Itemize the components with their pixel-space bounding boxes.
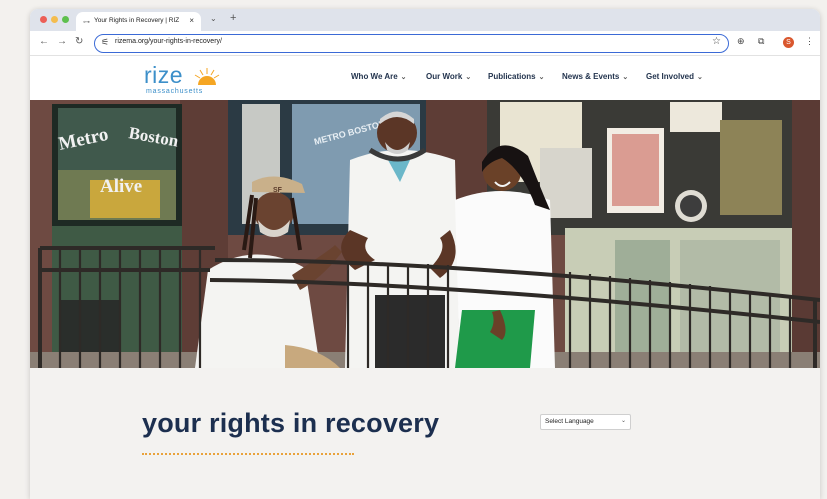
reload-icon[interactable]: ↻ xyxy=(75,36,83,47)
site-info-icon[interactable]: ⚟ xyxy=(101,37,109,48)
hero-illustration: Metro Boston Alive METRO BOSTON SF xyxy=(30,100,820,368)
tab-title: Your Rights in Recovery | RIZ xyxy=(94,17,180,24)
address-bar[interactable]: ⚟ rizema.org/your-rights-in-recovery/ ☆ xyxy=(94,34,729,53)
nav-get-involved[interactable]: Get Involved ⌄ xyxy=(646,72,703,81)
extension-icon[interactable]: ⊕ xyxy=(737,36,745,47)
nav-news-events[interactable]: News & Events ⌄ xyxy=(562,72,628,81)
nav-our-work[interactable]: Our Work ⌄ xyxy=(426,72,471,81)
logo-subtitle: massachusetts xyxy=(146,88,204,95)
new-tab-button[interactable]: + xyxy=(230,12,236,24)
browser-toolbar: ← → ↻ ⚟ rizema.org/your-rights-in-recove… xyxy=(30,31,820,56)
tab-favicon-icon: ⊶ xyxy=(83,19,90,26)
cap-logo-text: SF xyxy=(273,187,283,194)
forward-icon[interactable]: → xyxy=(57,36,67,47)
chevron-down-icon: ⌄ xyxy=(400,74,407,81)
chevron-down-icon: ⌄ xyxy=(465,74,472,81)
page-content: your rights in recovery Select Language … xyxy=(30,368,820,499)
tab-search-icon[interactable]: ⌄ xyxy=(210,14,217,23)
nav-publications[interactable]: Publications ⌄ xyxy=(488,72,544,81)
language-select[interactable]: Select Language ⌄ xyxy=(540,414,631,430)
logo-sun-icon xyxy=(194,68,220,85)
site-logo[interactable]: rize massachusetts xyxy=(144,62,224,98)
puzzle-extensions-icon[interactable]: ⧉ xyxy=(758,36,764,47)
language-select-value: Select Language xyxy=(545,418,594,425)
title-underline xyxy=(142,453,354,455)
bookmark-star-icon[interactable]: ☆ xyxy=(712,36,721,47)
more-menu-icon[interactable]: ⋮ xyxy=(805,36,814,47)
minimize-window-button[interactable] xyxy=(51,16,58,23)
browser-tab-active[interactable]: ⊶ Your Rights in Recovery | RIZ × xyxy=(76,12,201,31)
nav-who-we-are[interactable]: Who We Are ⌄ xyxy=(351,72,407,81)
chevron-down-icon: ⌄ xyxy=(697,74,703,81)
back-icon[interactable]: ← xyxy=(39,36,49,47)
hero-photo: Metro Boston Alive METRO BOSTON SF xyxy=(30,100,820,368)
browser-window: ⊶ Your Rights in Recovery | RIZ × ⌄ + ← … xyxy=(30,9,820,499)
chevron-down-icon: ⌄ xyxy=(622,74,629,81)
close-window-button[interactable] xyxy=(40,16,47,23)
chevron-down-icon: ⌄ xyxy=(538,74,545,81)
window-lettering-alive: Alive xyxy=(100,176,142,197)
logo-wordmark: rize xyxy=(144,62,184,88)
tab-close-icon[interactable]: × xyxy=(189,16,194,25)
tab-strip: ⊶ Your Rights in Recovery | RIZ × ⌄ + xyxy=(30,9,820,31)
chevron-down-icon: ⌄ xyxy=(620,418,626,424)
profile-avatar[interactable]: S xyxy=(783,37,794,48)
site-header: rize massachusetts Who We Are ⌄ Our Work ⌄… xyxy=(30,56,820,100)
page-title: your rights in recovery xyxy=(142,408,440,438)
maximize-window-button[interactable] xyxy=(62,16,69,23)
url-text[interactable]: rizema.org/your-rights-in-recovery/ xyxy=(115,38,222,45)
